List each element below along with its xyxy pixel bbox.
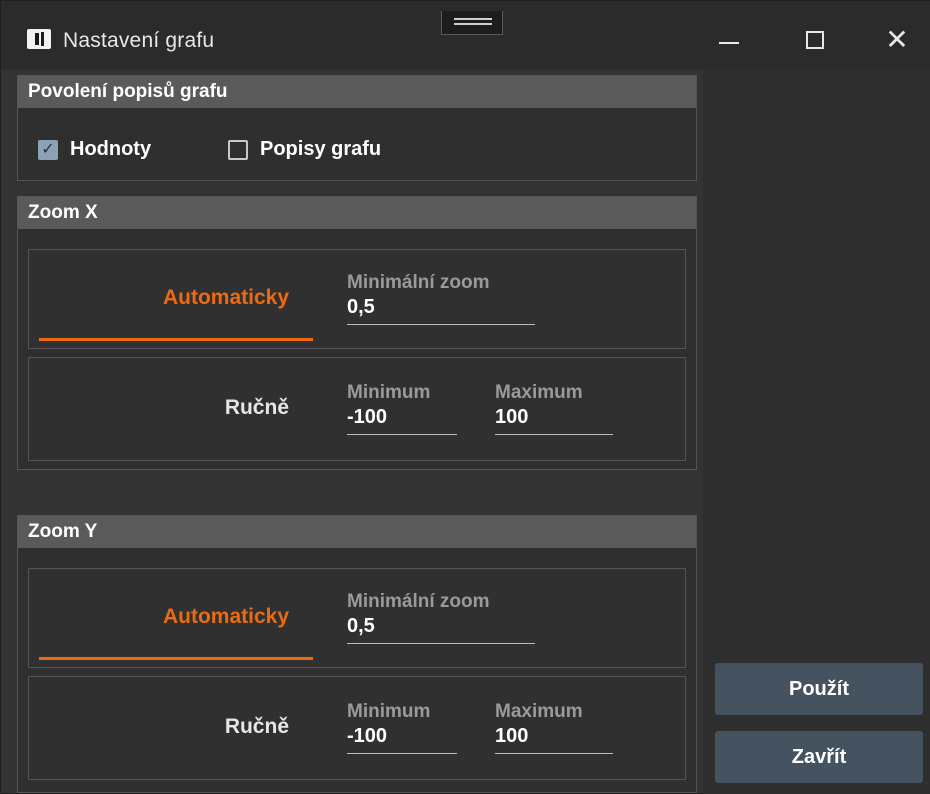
zoom-x-minimum-label: Minimum [347, 382, 431, 403]
values-checkbox-row[interactable]: ✓ Hodnoty [38, 138, 151, 161]
close-window-button[interactable]: ✕ [867, 15, 927, 65]
zoom-y-manual-row[interactable]: Ručně Minimum -100 Maximum 100 [28, 676, 686, 780]
zoom-y-minimum-label: Minimum [347, 701, 431, 722]
settings-window: Nastavení grafu ✕ Povolení popisů grafu … [0, 0, 930, 794]
zoom-x-manual-row[interactable]: Ručně Minimum -100 Maximum 100 [28, 357, 686, 461]
apply-button[interactable]: Použít [715, 663, 923, 715]
zoom-x-auto-tab[interactable]: Automaticky [29, 286, 289, 310]
values-checkbox[interactable]: ✓ [38, 139, 58, 160]
zoom-y-min-zoom-label: Minimální zoom [347, 591, 490, 612]
zoom-y-minimum-field[interactable]: Minimum -100 [347, 701, 457, 754]
captions-checkbox-row[interactable]: Popisy grafu [228, 138, 381, 161]
close-button[interactable]: Zavřít [715, 731, 923, 783]
zoom-x-header: Zoom X [18, 197, 696, 229]
captions-checkbox-label: Popisy grafu [260, 138, 382, 160]
zoom-x-minimum-field[interactable]: Minimum -100 [347, 382, 457, 435]
zoom-y-min-zoom-field[interactable]: Minimální zoom 0,5 [347, 591, 535, 644]
close-icon: ✕ [885, 23, 909, 56]
zoom-x-minimum-input[interactable]: -100 [347, 404, 457, 434]
zoom-x-maximum-input[interactable]: 100 [495, 404, 613, 434]
zoom-y-auto-selected-indicator [39, 657, 313, 660]
zoom-y-auto-tab[interactable]: Automaticky [29, 605, 289, 629]
minimize-icon [719, 42, 739, 44]
minimize-button[interactable] [699, 15, 759, 65]
labels-group-header: Povolení popisů grafu [18, 76, 696, 108]
captions-checkbox[interactable] [228, 139, 248, 160]
zoom-y-maximum-input[interactable]: 100 [495, 723, 613, 753]
title-bar[interactable]: Nastavení grafu ✕ [1, 1, 930, 69]
zoom-y-maximum-label: Maximum [495, 701, 583, 722]
zoom-x-min-zoom-field[interactable]: Minimální zoom 0,5 [347, 272, 535, 325]
zoom-y-min-zoom-input[interactable]: 0,5 [347, 613, 535, 643]
zoom-x-maximum-label: Maximum [495, 382, 583, 403]
labels-group: Povolení popisů grafu ✓ Hodnoty Popisy g… [17, 75, 697, 181]
zoom-x-maximum-field[interactable]: Maximum 100 [495, 382, 613, 435]
zoom-x-manual-tab[interactable]: Ručně [29, 396, 289, 420]
zoom-y-auto-row[interactable]: Automaticky Minimální zoom 0,5 [28, 568, 686, 668]
zoom-y-manual-tab[interactable]: Ručně [29, 715, 289, 739]
zoom-x-auto-selected-indicator [39, 338, 313, 341]
zoom-x-min-zoom-label: Minimální zoom [347, 272, 490, 293]
maximize-icon [806, 31, 824, 49]
zoom-x-auto-row[interactable]: Automaticky Minimální zoom 0,5 [28, 249, 686, 349]
zoom-y-group: Zoom Y Automaticky Minimální zoom 0,5 Ru… [17, 515, 697, 793]
zoom-x-group: Zoom X Automaticky Minimální zoom 0,5 Ru… [17, 196, 697, 470]
zoom-x-min-zoom-input[interactable]: 0,5 [347, 294, 535, 324]
zoom-y-maximum-field[interactable]: Maximum 100 [495, 701, 613, 754]
maximize-button[interactable] [785, 15, 845, 65]
values-checkbox-label: Hodnoty [70, 138, 152, 160]
window-title: Nastavení grafu [63, 29, 215, 52]
zoom-y-minimum-input[interactable]: -100 [347, 723, 457, 753]
app-chart-icon [27, 29, 51, 49]
zoom-y-header: Zoom Y [18, 516, 696, 548]
drag-grip-icon[interactable] [441, 11, 503, 35]
